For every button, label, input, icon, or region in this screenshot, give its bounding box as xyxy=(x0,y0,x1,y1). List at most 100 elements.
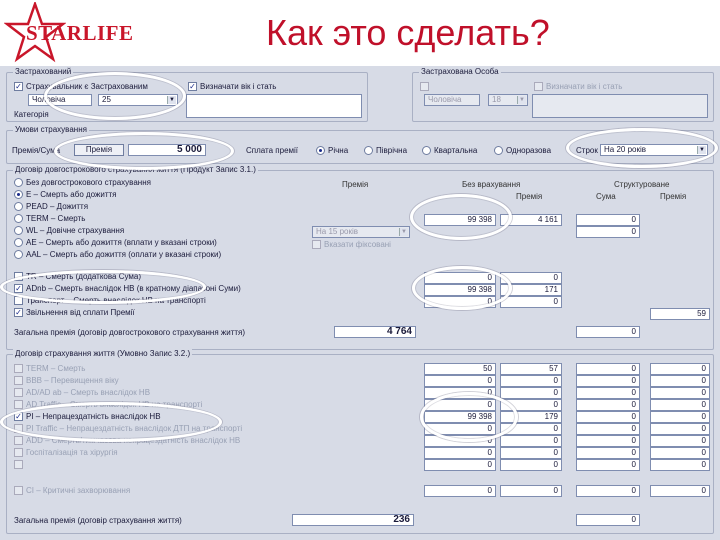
life-term-select[interactable]: На 15 років ▼ xyxy=(312,226,410,238)
risk-value-field[interactable]: 0 xyxy=(424,459,496,471)
life-option-label: E – Смерть або дожиття xyxy=(26,190,117,199)
risk-value-field[interactable]: 0 xyxy=(424,375,496,387)
frequency-semiannual-radio[interactable] xyxy=(364,146,373,155)
risk-value-field[interactable]: 0 xyxy=(650,399,710,411)
life-option-radio[interactable] xyxy=(14,178,23,187)
chevron-down-icon[interactable]: ▼ xyxy=(399,228,408,236)
risk-value-field[interactable]: 0 xyxy=(576,447,640,459)
logo-text: STARLIFE xyxy=(26,21,134,45)
frequency-single-radio[interactable] xyxy=(494,146,503,155)
life-option-radio[interactable] xyxy=(14,214,23,223)
risk-value-field[interactable]: 0 xyxy=(650,387,710,399)
risk-option-checkbox[interactable] xyxy=(14,364,23,373)
risk-value-field[interactable]: 0 xyxy=(576,485,640,497)
insured2-age-value: 18 xyxy=(492,95,501,104)
risk-group-title: Договір страхування життя (Умовно Запис … xyxy=(13,349,193,358)
category-label: Категорія xyxy=(14,110,49,119)
determine-age-checkbox[interactable]: ✓ xyxy=(188,82,197,91)
risk-value-field[interactable]: 50 xyxy=(424,363,496,375)
insured-is-policyholder-checkbox[interactable]: ✓ xyxy=(14,82,23,91)
waiver-input[interactable]: 59 xyxy=(650,308,710,320)
risk-value-field[interactable]: 0 xyxy=(576,459,640,471)
risk-value-field[interactable]: 0 xyxy=(500,485,562,497)
risk-value-field[interactable]: 0 xyxy=(650,375,710,387)
risk-option-checkbox[interactable] xyxy=(14,436,23,445)
risk-value: 0 xyxy=(553,436,558,445)
highlight-ring-insured xyxy=(44,72,186,120)
chevron-down-icon[interactable]: ▼ xyxy=(517,96,526,104)
life-term-value: На 15 років xyxy=(316,227,358,236)
determine-age-label: Визначати вік і стать xyxy=(200,82,277,91)
risk-value: 0 xyxy=(553,400,558,409)
risk-value-field[interactable]: 0 xyxy=(650,435,710,447)
term-structured-input[interactable]: 0 xyxy=(576,226,640,238)
risk-value-field[interactable]: 0 xyxy=(500,447,562,459)
col-structured-header: Структуроване xyxy=(614,180,670,189)
risk-value-field[interactable]: 0 xyxy=(650,363,710,375)
risk-value: 0 xyxy=(701,364,706,373)
risk-option-checkbox[interactable] xyxy=(14,400,23,409)
e-structured-input[interactable]: 0 xyxy=(576,214,640,226)
risk-value-field[interactable]: 0 xyxy=(576,375,640,387)
frequency-annual-radio[interactable] xyxy=(316,146,325,155)
life-option-radio[interactable] xyxy=(14,250,23,259)
risk-value-field[interactable]: 0 xyxy=(500,375,562,387)
risk-value-field[interactable]: 0 xyxy=(650,459,710,471)
risk-option-label: CI – Критичні захворювання xyxy=(26,486,131,495)
risk-value-field[interactable]: 0 xyxy=(576,423,640,435)
risk-value-field[interactable]: 0 xyxy=(424,447,496,459)
life-option-radio[interactable] xyxy=(14,202,23,211)
e-structured-value: 0 xyxy=(631,215,636,224)
insured2-age-label: Визначати вік і стать xyxy=(546,82,623,91)
risk-value-field[interactable]: 0 xyxy=(650,485,710,497)
transport-premium-input[interactable]: 0 xyxy=(500,296,562,308)
risk-total-input: 236 xyxy=(292,514,414,526)
insured2-group-title: Застрахована Особа xyxy=(419,67,501,76)
life-option-radio[interactable] xyxy=(14,238,23,247)
life-option-radio[interactable] xyxy=(14,226,23,235)
risk-value-field[interactable]: 0 xyxy=(500,435,562,447)
highlight-ring-ad-sum xyxy=(412,266,512,310)
risk-value-field[interactable]: 0 xyxy=(650,423,710,435)
life-total-structured: 0 xyxy=(576,326,640,338)
risk-value-field[interactable]: 0 xyxy=(576,411,640,423)
risk-value-field[interactable]: 0 xyxy=(500,387,562,399)
risk-value-field[interactable]: 0 xyxy=(500,459,562,471)
insured2-gender-select[interactable]: Чоловіча xyxy=(424,94,480,106)
risk-value-field[interactable]: 0 xyxy=(650,411,710,423)
col-sum-header: Сума xyxy=(596,192,616,201)
risk-option-checkbox[interactable] xyxy=(14,460,23,469)
risk-value: 0 xyxy=(701,436,706,445)
risk-value: 0 xyxy=(701,424,706,433)
risk-total-structured: 0 xyxy=(576,514,640,526)
risk-value-field[interactable]: 57 xyxy=(500,363,562,375)
risk-option-label: BBB – Перевищення віку xyxy=(26,376,119,385)
risk-value-field[interactable]: 0 xyxy=(576,399,640,411)
life-option-label: Звільнення від сплати Премії xyxy=(26,308,135,317)
risk-option-label: Госпіталізація та хірургія xyxy=(26,448,118,457)
life-option-checkbox[interactable]: ✓ xyxy=(14,308,23,317)
insured2-checkbox[interactable] xyxy=(420,82,429,91)
insured2-age-checkbox[interactable] xyxy=(534,82,543,91)
risk-value: 0 xyxy=(553,460,558,469)
risk-value-field[interactable]: 0 xyxy=(650,447,710,459)
life-fixed-checkbox[interactable] xyxy=(312,240,321,249)
life-option-radio[interactable] xyxy=(14,190,23,199)
risk-option-checkbox[interactable] xyxy=(14,388,23,397)
life-fixed-label: Вказати фіксовані xyxy=(324,240,391,249)
col-premium-header: Премія xyxy=(342,180,369,189)
risk-option-checkbox[interactable] xyxy=(14,376,23,385)
risk-total-value: 236 xyxy=(393,514,410,525)
insured2-age-select[interactable]: 18 ▼ xyxy=(488,94,528,106)
risk-value-field[interactable]: 0 xyxy=(576,435,640,447)
frequency-quarterly-radio[interactable] xyxy=(422,146,431,155)
risk-value-field[interactable]: 0 xyxy=(424,485,496,497)
risk-value-field[interactable]: 0 xyxy=(576,387,640,399)
risk-value-field[interactable]: 0 xyxy=(576,363,640,375)
risk-option-checkbox[interactable] xyxy=(14,486,23,495)
risk-value: 0 xyxy=(487,460,492,469)
life-total-structured-value: 0 xyxy=(631,327,636,336)
insured-info-box xyxy=(186,94,362,118)
frequency-semiannual-label: Піврічна xyxy=(376,146,408,155)
risk-option-checkbox[interactable] xyxy=(14,448,23,457)
